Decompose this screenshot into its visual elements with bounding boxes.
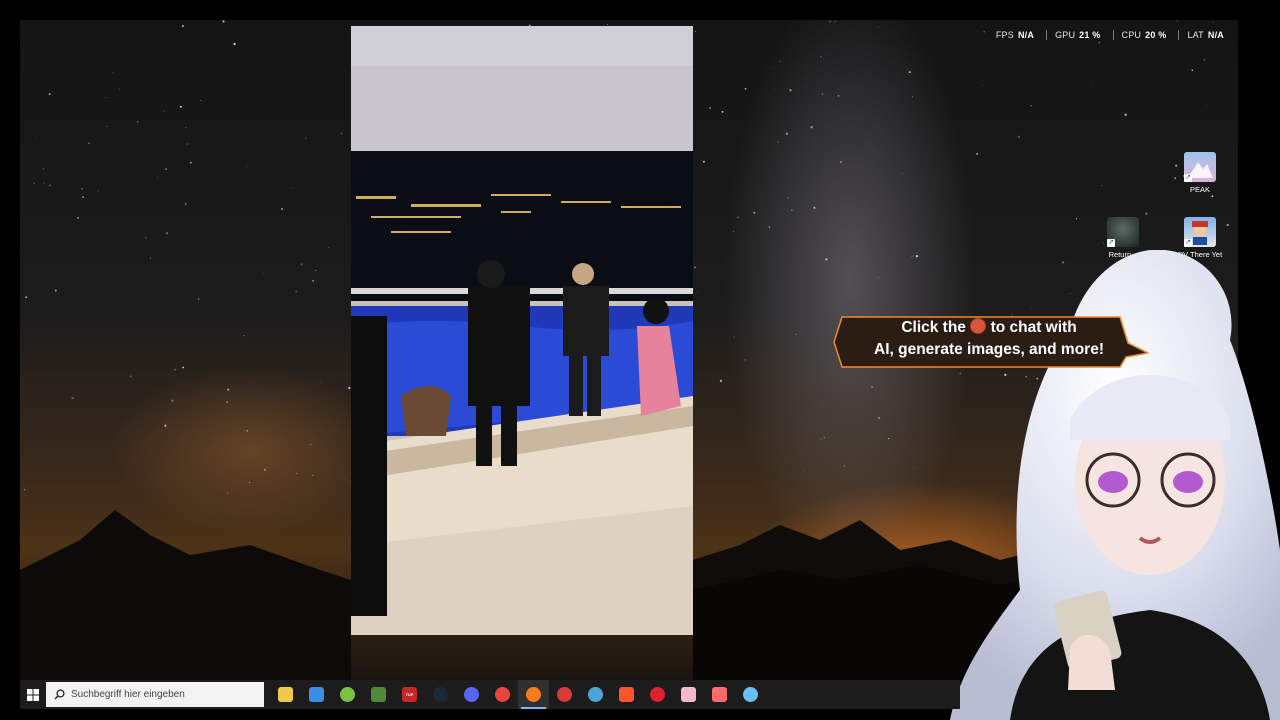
speed-test-icon	[557, 687, 572, 702]
start-button[interactable]	[20, 680, 46, 709]
lat-label: LAT	[1187, 30, 1204, 40]
microsoft-store-icon	[309, 687, 324, 702]
chrome-icon	[495, 687, 510, 702]
cpu-readout: CPU 20 %	[1122, 30, 1167, 40]
video-frame	[351, 26, 693, 635]
taskbar-app-button[interactable]	[704, 680, 735, 709]
taskbar-pinned-apps: 7UP	[270, 680, 766, 709]
taskbar-app-button[interactable]	[456, 680, 487, 709]
taskbar-app-button[interactable]	[673, 680, 704, 709]
shortcut-arrow-icon: ↗	[1184, 239, 1192, 247]
gpu-label: GPU	[1055, 30, 1076, 40]
lat-value: N/A	[1207, 30, 1224, 40]
tool-app-icon	[712, 687, 727, 702]
shortcut-arrow-icon: ↗	[1184, 174, 1192, 182]
taskbar-app-button[interactable]	[332, 680, 363, 709]
android-app-icon	[340, 687, 355, 702]
firefox-icon	[526, 687, 541, 702]
steam-icon	[433, 687, 448, 702]
search-input[interactable]	[71, 689, 251, 700]
bubble-text-line1-start: Click the	[901, 319, 966, 336]
taskbar-app-button[interactable]	[549, 680, 580, 709]
perf-divider	[1178, 30, 1180, 40]
sevenup-app-icon: 7UP	[402, 687, 417, 702]
taskbar-app-button[interactable]	[487, 680, 518, 709]
opera-icon	[650, 687, 665, 702]
discord-icon	[464, 687, 479, 702]
taskbar-app-button[interactable]	[735, 680, 766, 709]
lat-readout: LAT N/A	[1187, 30, 1224, 40]
bubble-text-line1-end: to chat with	[990, 319, 1077, 336]
taskbar-app-button[interactable]	[270, 680, 301, 709]
video-player-window[interactable]	[351, 26, 693, 635]
windows-taskbar: 7UP	[20, 680, 960, 709]
taskbar-app-button[interactable]	[611, 680, 642, 709]
gpu-readout: GPU 21 %	[1055, 30, 1100, 40]
assistant-speech-bubble[interactable]: Click the to chat with AI, generate imag…	[833, 313, 1149, 369]
brave-icon	[619, 687, 634, 702]
loop-app-icon	[588, 687, 603, 702]
taskbar-app-button[interactable]	[425, 680, 456, 709]
desktop-icon-label: PEAK	[1189, 185, 1210, 194]
screen: FPS N/A GPU 21 % CPU 20 % LAT N/A ↗ PEAK…	[0, 0, 1280, 720]
basketball-coin-icon[interactable]	[970, 318, 987, 334]
cpu-label: CPU	[1121, 30, 1142, 40]
rv-there-yet-game-icon: ↗	[1184, 217, 1216, 247]
taskbar-app-button[interactable]	[301, 680, 332, 709]
cpu-value: 20 %	[1145, 30, 1167, 40]
taskbar-app-button[interactable]	[642, 680, 673, 709]
fps-value: N/A	[1017, 30, 1035, 40]
peak-game-icon: ↗	[1184, 152, 1216, 182]
windows-logo-icon	[27, 688, 39, 701]
return-game-icon: ↗	[1107, 217, 1139, 247]
fps-readout: FPS N/A	[996, 30, 1034, 40]
bubble-text-line2: AI, generate images, and more!	[874, 341, 1104, 358]
steam-alt-icon	[743, 687, 758, 702]
taskbar-app-button[interactable]	[580, 680, 611, 709]
fps-label: FPS	[995, 30, 1014, 40]
taskbar-app-label: 7UP	[405, 692, 414, 697]
performance-overlay: FPS N/A GPU 21 % CPU 20 % LAT N/A	[996, 30, 1224, 40]
perf-divider	[1046, 30, 1048, 40]
minecraft-icon	[371, 687, 386, 702]
pink-app-icon	[681, 687, 696, 702]
search-icon	[54, 689, 65, 700]
gpu-value: 21 %	[1079, 30, 1101, 40]
perf-divider	[1112, 30, 1114, 40]
taskbar-app-button[interactable]	[363, 680, 394, 709]
shortcut-arrow-icon: ↗	[1107, 239, 1115, 247]
taskbar-app-button[interactable]	[518, 680, 549, 709]
taskbar-search-box[interactable]	[46, 682, 264, 707]
taskbar-app-button[interactable]: 7UP	[394, 680, 425, 709]
desktop-shortcut-peak[interactable]: ↗ PEAK	[1172, 152, 1228, 194]
bubble-message: Click the to chat with AI, generate imag…	[840, 313, 1130, 361]
file-explorer-icon	[278, 687, 293, 702]
